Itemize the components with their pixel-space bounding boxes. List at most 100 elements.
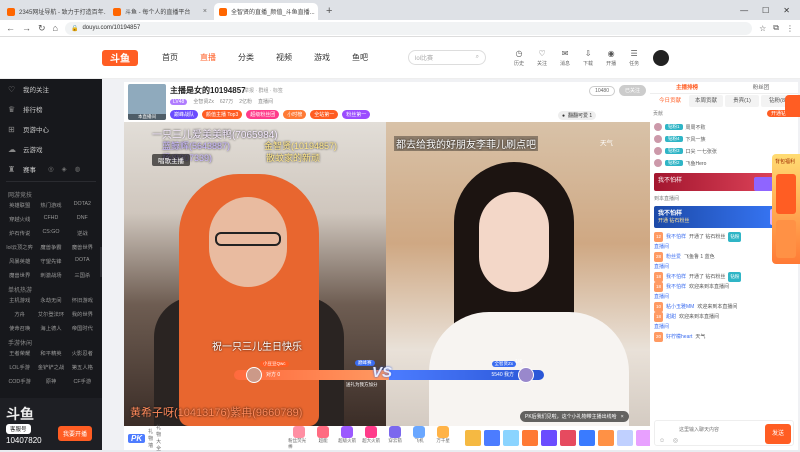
- browser-tab-3[interactable]: 全智贤的直播_颜值_斗鱼直播...×: [214, 3, 318, 20]
- sidebar-category-item[interactable]: 原神: [35, 377, 66, 385]
- pk-right-avatar[interactable]: [518, 367, 534, 383]
- bookmark-star-icon[interactable]: ☆: [759, 24, 766, 33]
- sidebar-category-item[interactable]: 主机游戏: [4, 296, 35, 304]
- gift-item[interactable]: 超大火箭: [360, 426, 382, 450]
- chat-user-name[interactable]: 我不怕样: [666, 282, 686, 292]
- rank-row[interactable]: 钻粉1 周周不败: [654, 121, 794, 133]
- gift-shortcut[interactable]: [503, 430, 520, 446]
- sidebar-category-item[interactable]: CFHD: [35, 215, 66, 223]
- gift-shortcut[interactable]: [484, 430, 501, 446]
- sidebar-item-events[interactable]: ♜ 赛事 ◎ ◈ ◍: [0, 159, 102, 179]
- search-input[interactable]: lol比赛 ⌕: [408, 50, 486, 65]
- send-button[interactable]: 发送: [765, 424, 791, 444]
- gift-item[interactable]: 超能: [312, 426, 334, 450]
- nav-live[interactable]: 直播: [200, 52, 216, 63]
- douyu-logo[interactable]: 斗鱼: [102, 49, 138, 66]
- tab-vip[interactable]: 贵宾(1): [725, 95, 759, 107]
- minimize-icon[interactable]: —: [740, 6, 748, 15]
- sidebar-category-item[interactable]: 三国杀: [67, 271, 98, 279]
- rank-row[interactable]: 钻粉4 下风一族: [654, 133, 794, 145]
- close-icon[interactable]: ×: [203, 8, 207, 15]
- sidebar-category-item[interactable]: 艾尔登法环: [35, 310, 66, 318]
- chat-user-name[interactable]: 粉丝爱: [666, 252, 681, 262]
- gift-shortcut[interactable]: [465, 430, 482, 446]
- header-broadcast[interactable]: ◉ 开播: [606, 49, 616, 67]
- room-badge[interactable]: 巅峰战队: [170, 110, 199, 119]
- header-follow[interactable]: ♡ 关注: [537, 49, 547, 67]
- sidebar-category-item[interactable]: 风暴英雄: [4, 257, 35, 265]
- browser-tab-1[interactable]: 2345网址导航 - 致力于打造百年...×: [2, 3, 106, 20]
- header-history[interactable]: ◷ 历史: [514, 49, 524, 67]
- start-broadcast-button[interactable]: 我要开播: [58, 426, 93, 441]
- sidebar-category-item[interactable]: 海上德人: [35, 324, 66, 332]
- gift-shortcut[interactable]: [617, 430, 634, 446]
- sidebar-category-item[interactable]: 热门游戏: [35, 201, 66, 209]
- sidebar-category-item[interactable]: CS:GO: [35, 229, 66, 237]
- nav-yuba[interactable]: 鱼吧: [352, 52, 368, 63]
- nav-category[interactable]: 分类: [238, 52, 254, 63]
- sidebar-item-follow[interactable]: ♡ 我的关注: [0, 79, 102, 99]
- gift-shortcut[interactable]: [541, 430, 558, 446]
- sidebar-category-item[interactable]: 魔兽世界: [4, 271, 35, 279]
- subtab-contribution[interactable]: 贡献: [653, 110, 663, 117]
- new-tab-button[interactable]: +: [320, 3, 338, 20]
- followed-button[interactable]: 已关注: [618, 85, 646, 96]
- sidebar-category-item[interactable]: COD手游: [4, 377, 35, 385]
- streamer-avatar[interactable]: 本直播间: [128, 84, 166, 120]
- user-avatar[interactable]: [653, 49, 670, 66]
- gift-item[interactable]: 粉丝荧光棒: [288, 426, 310, 450]
- sidebar-category-item[interactable]: 魔兽世界: [67, 243, 98, 251]
- tab-fan-club[interactable]: 粉丝团: [724, 82, 798, 93]
- sidebar-category-item[interactable]: DOTA: [67, 257, 98, 265]
- nav-video[interactable]: 视频: [276, 52, 292, 63]
- gift-item[interactable]: 飞机: [408, 426, 430, 450]
- chat-input[interactable]: [679, 425, 759, 435]
- sidebar-category-item[interactable]: 英雄联盟: [4, 201, 35, 209]
- chat-user-name[interactable]: 我不怕样: [666, 232, 686, 242]
- service-badge[interactable]: 客服号: [6, 424, 31, 434]
- sidebar-category-item[interactable]: 炉石传说: [4, 229, 35, 237]
- gift-catalog-link[interactable]: 礼物大全: [156, 424, 161, 452]
- room-badge[interactable]: 粉丝第一: [342, 110, 371, 119]
- tab-today[interactable]: 今日贡献: [653, 95, 687, 107]
- home-icon[interactable]: ⌂: [53, 23, 58, 33]
- sidebar-category-item[interactable]: 第五人格: [67, 363, 98, 371]
- extensions-icon[interactable]: ⧉: [773, 23, 779, 33]
- chat-user-name[interactable]: 直播间: [654, 292, 669, 302]
- pk-left-avatar[interactable]: [246, 367, 262, 383]
- sidebar-item-cloudgame[interactable]: ☁ 云游戏: [0, 139, 102, 159]
- sidebar-category-item[interactable]: 帝国时代: [67, 324, 98, 332]
- gift-item[interactable]: 超级火箭: [336, 426, 358, 450]
- nav-game[interactable]: 游戏: [314, 52, 330, 63]
- forward-icon[interactable]: →: [22, 23, 31, 33]
- gift-item[interactable]: 万千星: [432, 426, 454, 450]
- sidebar-category-item[interactable]: 王者荣耀: [4, 349, 35, 357]
- chat-user-name[interactable]: 好柠檬heart: [666, 332, 692, 342]
- sidebar-item-webgame[interactable]: ⊞ 页游中心: [0, 119, 102, 139]
- heat-button[interactable]: 10480: [589, 85, 615, 96]
- sidebar-category-item[interactable]: 永劫无间: [35, 296, 66, 304]
- room-links[interactable]: 举报 · 群组 · 标签: [244, 87, 283, 94]
- chat-user-name[interactable]: 粘小玉雅MM: [666, 302, 694, 312]
- gift-item[interactable]: 穿云箭: [384, 426, 406, 450]
- float-welfare-panel[interactable]: 背包福利: [772, 154, 800, 264]
- sidebar-category-item[interactable]: 穿越火线: [4, 215, 35, 223]
- room-badge[interactable]: 全站第一: [310, 110, 339, 119]
- sidebar-category-item[interactable]: 火影忍者: [67, 349, 98, 357]
- gift-shortcut[interactable]: [560, 430, 577, 446]
- reload-icon[interactable]: ↻: [38, 23, 46, 34]
- browser-tab-2[interactable]: 斗鱼 - 每个人的直播平台 ×: [108, 3, 212, 20]
- video-player[interactable]: 一只三儿爱美美鸭(7065984) 蓝鲸辉(5643887) 金智贤(10194…: [124, 122, 650, 426]
- tab-week[interactable]: 本周贡献: [689, 95, 723, 107]
- sidebar-category-item[interactable]: 使命召唤: [4, 324, 35, 332]
- nav-home[interactable]: 首页: [162, 52, 178, 63]
- room-badge[interactable]: 颜值主播 Top3: [202, 110, 243, 119]
- float-activity-tab[interactable]: [785, 95, 800, 117]
- sidebar-category-item[interactable]: 逆战: [67, 229, 98, 237]
- pk-gift-wall[interactable]: PK: [128, 433, 146, 443]
- sidebar-category-item[interactable]: CF手游: [67, 377, 98, 385]
- search-icon[interactable]: ⌕: [476, 54, 479, 61]
- sidebar-category-item[interactable]: 怀旧游戏: [67, 296, 98, 304]
- room-badge[interactable]: 超级粉丝团: [246, 110, 280, 119]
- sidebar-category-item[interactable]: 守望先锋: [35, 257, 66, 265]
